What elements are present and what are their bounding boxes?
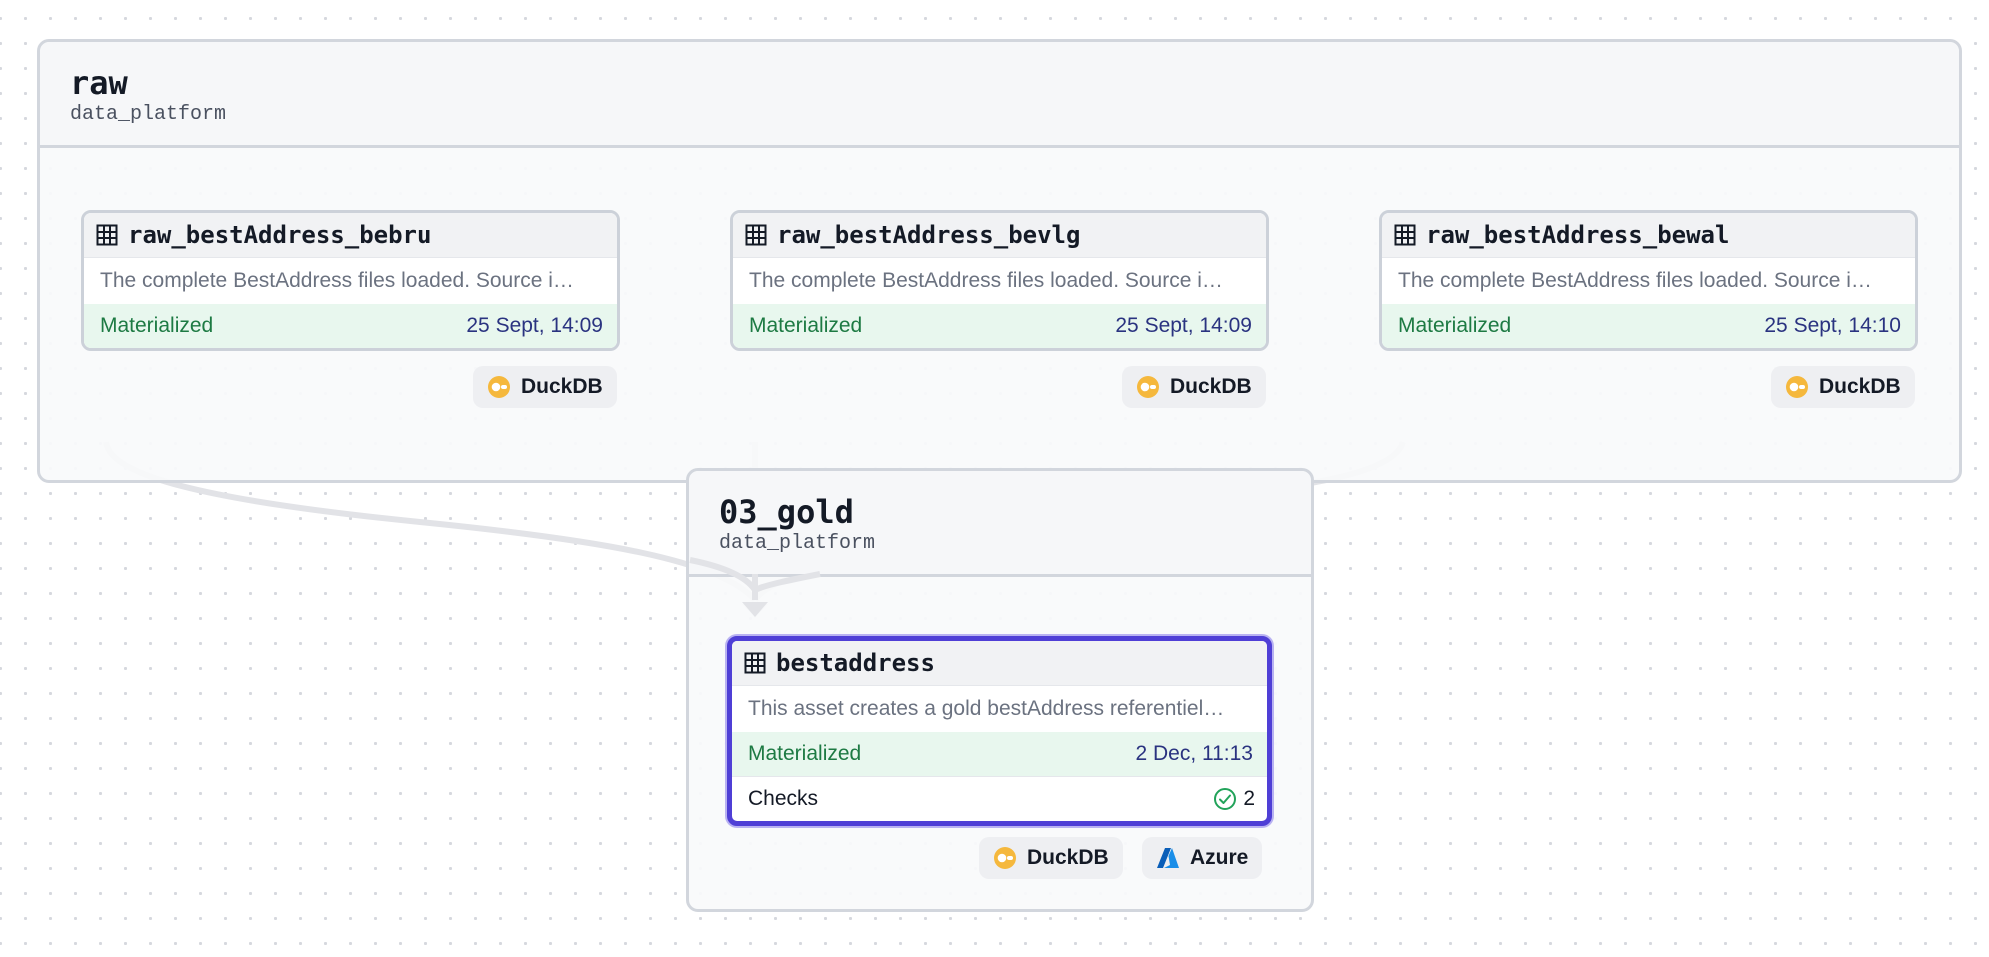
materialization-status[interactable]: Materialized 2 Dec, 11:13 <box>732 732 1267 776</box>
duckdb-logo-icon <box>994 847 1016 869</box>
group-location: data_platform <box>719 532 876 555</box>
materialization-status[interactable]: Materialized 25 Sept, 14:10 <box>1382 304 1915 348</box>
duckdb-logo-icon <box>488 376 510 398</box>
status-timestamp[interactable]: 2 Dec, 11:13 <box>1135 742 1253 766</box>
asset-node-bestaddress[interactable]: bestaddress This asset creates a gold be… <box>727 636 1272 826</box>
table-icon <box>744 652 766 674</box>
asset-header: raw_bestAddress_bebru <box>84 213 617 257</box>
tag-label: DuckDB <box>1819 375 1901 398</box>
asset-description: The complete BestAddress files loaded. S… <box>1382 257 1915 304</box>
status-timestamp[interactable]: 25 Sept, 14:10 <box>1764 314 1901 338</box>
status-label: Materialized <box>1398 314 1512 337</box>
group-title: raw <box>70 64 128 102</box>
tag-duckdb[interactable]: DuckDB <box>473 366 617 408</box>
tag-label: DuckDB <box>521 375 603 398</box>
group-location: data_platform <box>70 103 227 126</box>
asset-node-raw-bestaddress-bebru[interactable]: raw_bestAddress_bebru The complete BestA… <box>81 210 620 351</box>
table-icon <box>745 224 767 246</box>
tag-label: DuckDB <box>1170 375 1252 398</box>
status-label: Materialized <box>749 314 863 337</box>
checks-summary: 2 <box>1213 787 1255 811</box>
group-gold-header: 03_gold data_platform <box>689 471 1311 577</box>
asset-name: raw_bestAddress_bevlg <box>777 221 1081 249</box>
duckdb-logo-icon <box>1137 376 1159 398</box>
asset-description: The complete BestAddress files loaded. S… <box>733 257 1266 304</box>
azure-logo-icon <box>1157 848 1179 868</box>
materialization-status[interactable]: Materialized 25 Sept, 14:09 <box>84 304 617 348</box>
asset-description: The complete BestAddress files loaded. S… <box>84 257 617 304</box>
asset-header: raw_bestAddress_bevlg <box>733 213 1266 257</box>
asset-description: This asset creates a gold bestAddress re… <box>732 685 1267 732</box>
asset-header: bestaddress <box>732 641 1267 685</box>
checks-label: Checks <box>748 787 819 810</box>
checks-count: 2 <box>1243 787 1255 810</box>
duckdb-logo-icon <box>1786 376 1808 398</box>
asset-name: bestaddress <box>776 649 935 677</box>
table-icon <box>1394 224 1416 246</box>
tag-label: DuckDB <box>1027 846 1109 869</box>
status-label: Materialized <box>748 742 862 765</box>
status-timestamp[interactable]: 25 Sept, 14:09 <box>1115 314 1252 338</box>
asset-node-raw-bestaddress-bevlg[interactable]: raw_bestAddress_bevlg The complete BestA… <box>730 210 1269 351</box>
materialization-status[interactable]: Materialized 25 Sept, 14:09 <box>733 304 1266 348</box>
asset-node-raw-bestaddress-bewal[interactable]: raw_bestAddress_bewal The complete BestA… <box>1379 210 1918 351</box>
tag-label: Azure <box>1190 846 1249 869</box>
group-raw-header: raw data_platform <box>40 42 1959 148</box>
status-timestamp[interactable]: 25 Sept, 14:09 <box>466 314 603 338</box>
group-title: 03_gold <box>719 493 854 531</box>
check-circle-icon <box>1214 788 1237 810</box>
tag-azure[interactable]: Azure <box>1142 837 1263 879</box>
tag-duckdb[interactable]: DuckDB <box>1771 366 1915 408</box>
status-label: Materialized <box>100 314 214 337</box>
checks-row[interactable]: Checks 2 <box>732 776 1267 821</box>
table-icon <box>96 224 118 246</box>
tag-duckdb[interactable]: DuckDB <box>979 837 1123 879</box>
asset-header: raw_bestAddress_bewal <box>1382 213 1915 257</box>
asset-name: raw_bestAddress_bewal <box>1426 221 1730 249</box>
asset-name: raw_bestAddress_bebru <box>128 221 432 249</box>
tag-duckdb[interactable]: DuckDB <box>1122 366 1266 408</box>
